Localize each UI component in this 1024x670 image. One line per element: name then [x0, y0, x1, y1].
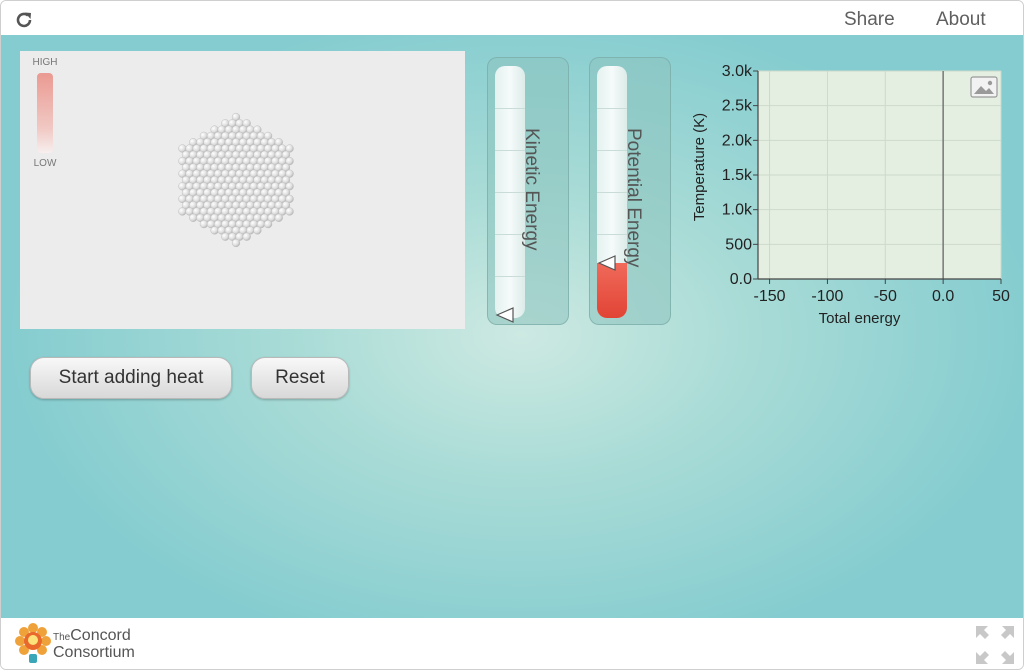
- reload-icon-graphic: [16, 12, 32, 28]
- footer: TheConcord Consortium: [1, 618, 1023, 669]
- atom: [221, 232, 230, 241]
- logo-line2: Consortium: [53, 644, 135, 661]
- atom: [199, 219, 209, 229]
- tube-gridline: [495, 276, 525, 277]
- kinetic-energy-bar: Kinetic Energy: [487, 57, 569, 325]
- start-adding-heat-button[interactable]: Start adding heat: [30, 357, 232, 399]
- atom: [210, 226, 219, 235]
- about-link[interactable]: About: [936, 9, 986, 31]
- fullscreen-icon[interactable]: [976, 626, 1014, 664]
- logo-the: The: [53, 632, 71, 643]
- kinetic-energy-label: Kinetic Energy: [521, 128, 542, 251]
- y-tick-label: 2.5k: [722, 98, 753, 115]
- x-tick-label: -100: [811, 288, 843, 305]
- image-icon[interactable]: [970, 76, 998, 98]
- app-frame: Share About HIGH LOW Kinetic Energy Pote…: [0, 0, 1024, 670]
- atom: [274, 213, 283, 222]
- x-tick-label: 0.0: [932, 288, 954, 305]
- y-tick-label: 1.0k: [722, 202, 753, 219]
- reload-icon[interactable]: [13, 9, 35, 31]
- x-tick-label: -50: [874, 288, 897, 305]
- concord-logo-text[interactable]: TheConcord Consortium: [53, 627, 135, 661]
- tube-gridline: [495, 108, 525, 109]
- potential-energy-label: Potential Energy: [623, 128, 644, 268]
- concord-logo-icon[interactable]: [13, 621, 53, 667]
- x-tick-label: -150: [754, 288, 786, 305]
- y-tick-label: 1.5k: [722, 167, 753, 184]
- y-tick-label: 3.0k: [722, 63, 753, 80]
- atom: [253, 226, 262, 235]
- potential-energy-marker-icon: [597, 254, 616, 271]
- molecule-cluster: [178, 112, 294, 248]
- y-tick-label: 0.0: [730, 271, 752, 288]
- atom: [242, 232, 251, 241]
- temperature-graph: -150 -100 -50 0.0 50 0.0 500 1.0k 1.5k 2.0k 2.5k 3.…: [681, 59, 1011, 329]
- atom: [189, 213, 198, 222]
- molecule-view[interactable]: HIGH LOW: [20, 51, 465, 329]
- temperature-chart: -150 -100 -50 0.0 50 0.0 500 1.0k 1.5k 2.0k 2.5k 3.…: [691, 63, 1010, 327]
- interactive-area: HIGH LOW Kinetic Energy Potential Energy…: [1, 35, 1023, 618]
- y-tick-label: 500: [725, 236, 752, 253]
- atom: [285, 207, 294, 216]
- atom: [231, 238, 241, 248]
- kinetic-energy-marker-icon: [495, 307, 514, 323]
- y-axis-label: Temperature (K): [691, 113, 708, 221]
- y-tick-label: 2.0k: [722, 132, 753, 149]
- reset-button[interactable]: Reset: [251, 357, 349, 399]
- x-tick-label: 50: [992, 288, 1010, 305]
- logo-line1: Concord: [70, 627, 131, 644]
- atom: [178, 207, 187, 216]
- tube-gridline: [597, 108, 627, 109]
- share-link[interactable]: Share: [844, 9, 895, 31]
- x-axis-label: Total energy: [819, 310, 901, 327]
- atom: [263, 219, 273, 229]
- potential-energy-bar: Potential Energy: [589, 57, 671, 325]
- top-bar: Share About: [1, 1, 1023, 35]
